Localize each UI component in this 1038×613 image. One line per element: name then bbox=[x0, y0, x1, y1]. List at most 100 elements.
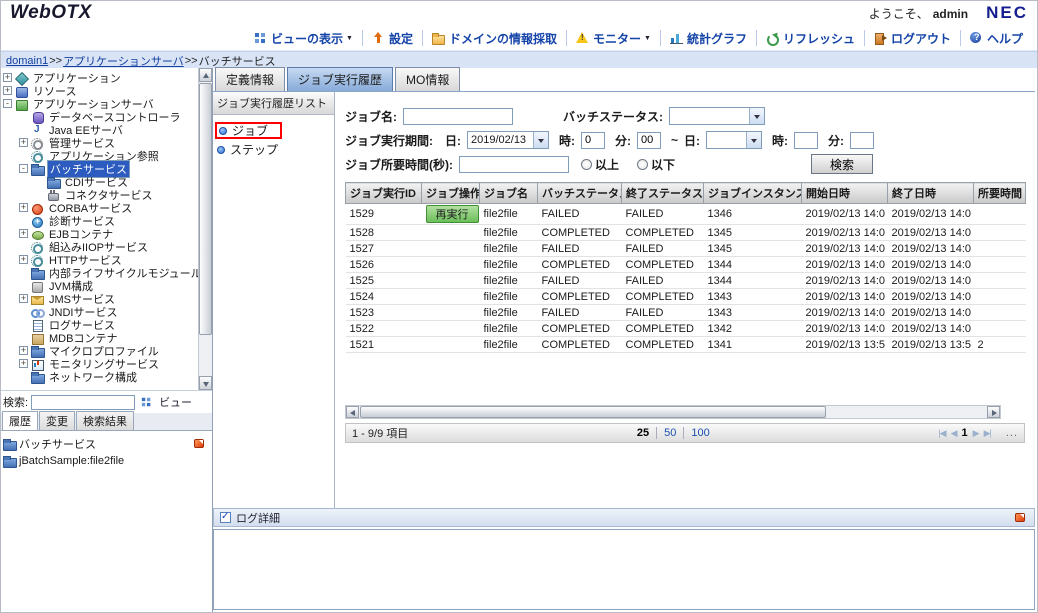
tree-toggle[interactable] bbox=[35, 190, 44, 199]
toolbar-button[interactable]: 統計グラフ bbox=[660, 30, 756, 46]
column-header[interactable]: 開始日時 bbox=[802, 183, 888, 204]
tree-item[interactable]: 内部ライフサイクルモジュール bbox=[0, 266, 198, 279]
tree-toggle[interactable] bbox=[19, 242, 28, 251]
table-hscrollbar[interactable] bbox=[345, 405, 1001, 419]
history-item[interactable]: jBatchSample:file2file bbox=[3, 452, 209, 469]
tree-toggle[interactable]: + bbox=[3, 86, 12, 95]
job-row[interactable]: 1524 file2file COMPLETED COMPLETED 1343 … bbox=[346, 289, 1026, 305]
column-header[interactable]: 終了ステータス bbox=[622, 183, 704, 204]
view-menu-button[interactable]: ビュー bbox=[140, 394, 192, 410]
job-row[interactable]: 1523 file2file FAILED FAILED 1343 2019/0… bbox=[346, 305, 1026, 321]
content-tab[interactable]: ジョブ実行履歴 bbox=[287, 67, 393, 91]
toolbar-button[interactable]: ドメインの情報採取 bbox=[422, 30, 566, 46]
column-header[interactable]: ジョブ操作 bbox=[422, 183, 480, 204]
tree-toggle[interactable] bbox=[19, 281, 28, 290]
scroll-right-icon[interactable] bbox=[987, 406, 1000, 418]
tree-toggle[interactable]: + bbox=[19, 346, 28, 355]
from-hour-input[interactable] bbox=[581, 132, 605, 149]
search-button[interactable]: 検索 bbox=[811, 154, 873, 174]
tree-toggle[interactable] bbox=[19, 216, 28, 225]
tree-toggle[interactable]: - bbox=[19, 164, 28, 173]
column-header[interactable]: バッチステータス bbox=[538, 183, 622, 204]
prev-page-icon[interactable]: ◀ bbox=[951, 428, 957, 439]
tree-toggle[interactable]: + bbox=[19, 138, 28, 147]
job-row[interactable]: 1525 file2file FAILED FAILED 1344 2019/0… bbox=[346, 273, 1026, 289]
sidebar-tab[interactable]: 履歴 bbox=[2, 411, 38, 430]
last-page-icon[interactable]: ▶| bbox=[984, 428, 991, 439]
column-header[interactable]: 所要時間 bbox=[974, 183, 1026, 204]
from-minute-input[interactable] bbox=[637, 132, 661, 149]
breadcrumb-appserver-link[interactable]: アプリケーションサーバ bbox=[63, 53, 184, 69]
duration-le-radio[interactable] bbox=[637, 159, 648, 170]
job-row[interactable]: 1527 file2file FAILED FAILED 1345 2019/0… bbox=[346, 241, 1026, 257]
pager-more-button[interactable]: ... bbox=[1006, 427, 1018, 439]
log-detach-icon[interactable] bbox=[1014, 512, 1026, 523]
dropdown-arrow-icon[interactable] bbox=[533, 132, 548, 148]
duration-input[interactable] bbox=[459, 156, 569, 173]
job-row[interactable]: 1526 file2file COMPLETED COMPLETED 1344 … bbox=[346, 257, 1026, 273]
tree-toggle[interactable] bbox=[19, 307, 28, 316]
toolbar-button[interactable]: リフレッシュ bbox=[756, 30, 864, 46]
panel-tree-item[interactable]: ステップ bbox=[217, 141, 278, 158]
sidebar-tab[interactable]: 変更 bbox=[39, 411, 75, 430]
job-name-input[interactable] bbox=[403, 108, 513, 125]
tree-toggle[interactable] bbox=[19, 333, 28, 342]
content-tab[interactable]: 定義情報 bbox=[215, 67, 285, 91]
tree-toggle[interactable] bbox=[19, 125, 28, 134]
tree-toggle[interactable] bbox=[19, 151, 28, 160]
page-size-option[interactable]: 100 bbox=[683, 427, 716, 439]
rerun-button[interactable]: 再実行 bbox=[426, 205, 479, 223]
page-size-option[interactable]: 50 bbox=[656, 427, 683, 439]
job-row[interactable]: 1529 再実行 file2file FAILED FAILED 1346 20… bbox=[346, 204, 1026, 225]
toolbar-button[interactable]: ヘルプ bbox=[960, 30, 1032, 46]
tree-toggle[interactable]: + bbox=[19, 203, 28, 212]
from-date-select[interactable]: 2019/02/13 bbox=[467, 131, 549, 149]
column-header[interactable]: ジョブ名 bbox=[480, 183, 538, 204]
tree-toggle[interactable]: + bbox=[19, 359, 28, 368]
detach-view-icon[interactable] bbox=[193, 438, 205, 449]
content-tab[interactable]: MO情報 bbox=[395, 67, 460, 91]
tree-scrollbar[interactable] bbox=[198, 68, 212, 390]
job-row[interactable]: 1521 file2file COMPLETED COMPLETED 1341 … bbox=[346, 337, 1026, 353]
column-header[interactable]: 終了日時 bbox=[888, 183, 974, 204]
to-minute-input[interactable] bbox=[850, 132, 874, 149]
tree-item[interactable]: ネットワーク構成 bbox=[0, 370, 198, 383]
tree-toggle[interactable] bbox=[19, 268, 28, 277]
scroll-up-icon[interactable] bbox=[199, 68, 212, 82]
first-page-icon[interactable]: |◀ bbox=[938, 428, 945, 439]
to-date-select[interactable] bbox=[706, 131, 762, 149]
toolbar-button[interactable]: 設定 bbox=[362, 30, 422, 46]
to-hour-input[interactable] bbox=[794, 132, 818, 149]
scroll-thumb[interactable] bbox=[199, 83, 212, 335]
next-page-icon[interactable]: ▶ bbox=[973, 428, 979, 439]
tree-toggle[interactable] bbox=[19, 320, 28, 329]
log-detail-checkbox[interactable] bbox=[220, 512, 231, 523]
toolbar-button[interactable]: ログアウト bbox=[864, 30, 960, 46]
toolbar-button[interactable]: ビューの表示▼ bbox=[245, 30, 362, 46]
scroll-down-icon[interactable] bbox=[199, 376, 212, 390]
sidebar-tab[interactable]: 検索結果 bbox=[76, 411, 134, 430]
job-row[interactable]: 1522 file2file COMPLETED COMPLETED 1342 … bbox=[346, 321, 1026, 337]
tree-item[interactable]: +アプリケーション bbox=[0, 71, 198, 84]
tree-toggle[interactable] bbox=[35, 177, 44, 186]
page-size-option[interactable]: 25 bbox=[630, 427, 656, 439]
dropdown-arrow-icon[interactable] bbox=[746, 132, 761, 148]
history-item[interactable]: バッチサービス bbox=[3, 435, 209, 452]
hscroll-thumb[interactable] bbox=[360, 406, 826, 418]
job-row[interactable]: 1528 file2file COMPLETED COMPLETED 1345 … bbox=[346, 225, 1026, 241]
column-header[interactable]: ジョブ実行ID▼ bbox=[346, 183, 422, 204]
duration-ge-radio[interactable] bbox=[581, 159, 592, 170]
sidebar-search-input[interactable] bbox=[31, 395, 135, 410]
batch-status-select[interactable] bbox=[669, 107, 765, 125]
toolbar-button[interactable]: モニター▼ bbox=[566, 30, 660, 46]
panel-tree-item[interactable]: ジョブ bbox=[215, 122, 282, 139]
tree-toggle[interactable]: - bbox=[3, 99, 12, 108]
dropdown-arrow-icon[interactable] bbox=[749, 108, 764, 124]
tree-toggle[interactable]: + bbox=[19, 229, 28, 238]
scroll-left-icon[interactable] bbox=[346, 406, 359, 418]
tree-toggle[interactable] bbox=[19, 112, 28, 121]
tree-toggle[interactable]: + bbox=[19, 255, 28, 264]
tree-toggle[interactable] bbox=[19, 372, 28, 381]
column-header[interactable]: ジョブインスタンスID bbox=[704, 183, 802, 204]
breadcrumb-domain-link[interactable]: domain1 bbox=[6, 55, 48, 67]
